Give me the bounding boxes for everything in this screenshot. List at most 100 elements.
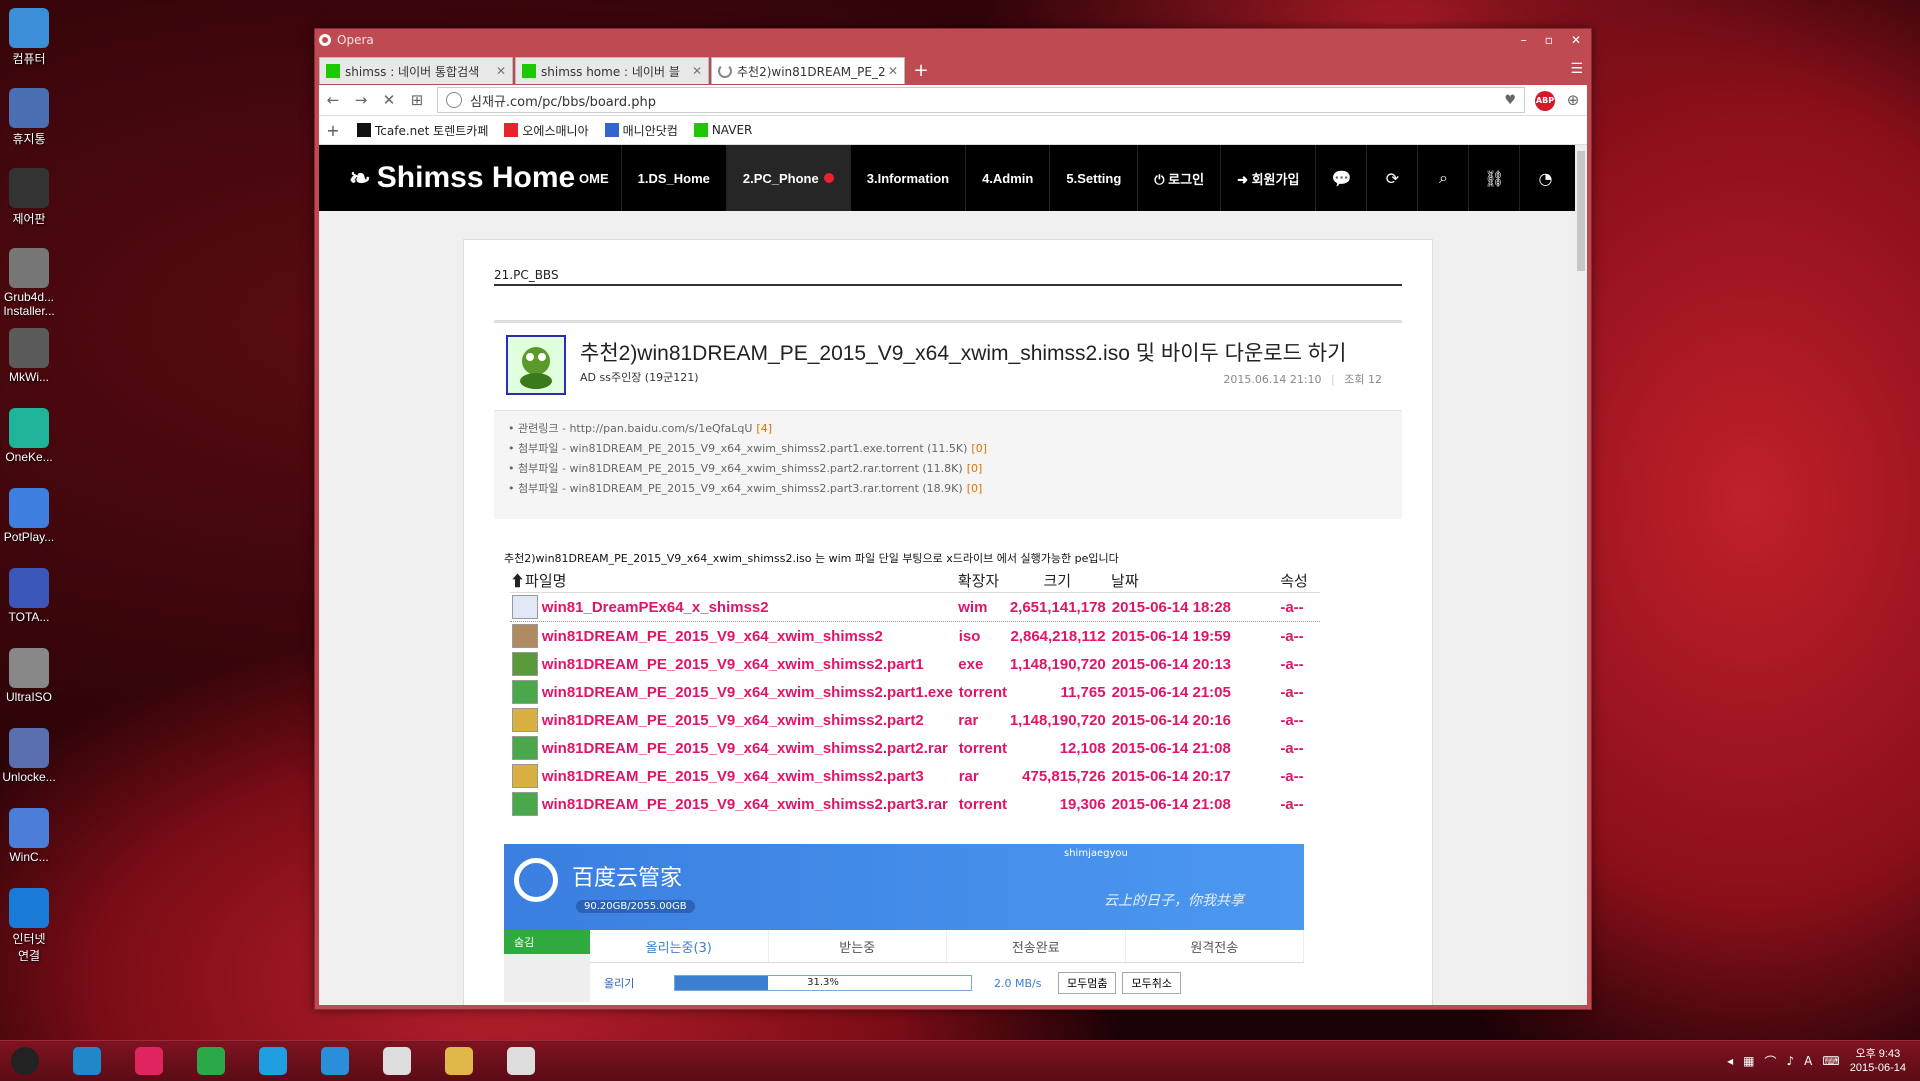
tab-close-icon[interactable]: ✕ [888,64,898,78]
desktop-icon[interactable]: Unlocke... [2,728,56,784]
cancel-all-button[interactable]: 모두취소 [1122,972,1181,994]
chat-icon[interactable]: 💬 [1316,145,1368,211]
baidu-tabs: 올리는중(3) 받는중 전송완료 원격전송 [590,930,1304,963]
bookmark-item[interactable]: Tcafe.net 토렌트카페 [357,122,488,139]
nav-item[interactable]: 2.PC_Phone [726,145,851,211]
close-icon[interactable]: ✕ [1571,33,1581,47]
tab-menu-icon[interactable]: ☰ [1570,61,1583,77]
bookmark-heart-icon[interactable]: ♥ [1504,93,1516,108]
desktop-icon[interactable]: Grub4d... Installer... [2,248,56,318]
file-attr: -a-- [1280,598,1304,616]
nav-item[interactable]: 4.Admin [966,145,1051,211]
nav-item-label: OME [579,170,609,186]
file-row: win81DREAM_PE_2015_V9_x64_xwim_shimss2.p… [510,734,1320,762]
desktop-icon[interactable]: 인터넷 연결 [2,888,56,964]
add-bookmark-icon[interactable]: + [319,121,347,140]
new-tab-button[interactable]: + [907,57,935,84]
attachment-link[interactable]: • 첨부파일 - win81DREAM_PE_2015_V9_x64_xwim_… [508,459,1402,479]
file-type-icon [512,652,538,676]
nav-item[interactable]: ➜ 회원가입 [1221,145,1317,211]
desktop-icon-label: 휴지통 [12,132,46,146]
volume-icon[interactable]: ♪ [1787,1054,1795,1068]
address-bar[interactable]: 심재규.com/pc/bbs/board.php ♥ [437,87,1525,113]
app-3-icon [197,1047,225,1075]
tab-current-post[interactable]: 추천2)win81DREAM_PE_2 ✕ [711,57,905,84]
taskbar-button[interactable] [312,1045,358,1077]
nav-item[interactable]: 5.Setting [1050,145,1139,211]
taskbar-button[interactable] [2,1045,48,1077]
tab-naver-blog[interactable]: shimss home : 네이버 블 ✕ [515,57,709,84]
taskbar-button[interactable] [188,1045,234,1077]
taskbar-button[interactable] [498,1045,544,1077]
taskbar-button[interactable] [64,1045,110,1077]
nav-item[interactable]: ⏻ 로그인 [1138,145,1222,211]
desktop-icon[interactable]: WinC... [2,808,56,864]
wifi-icon[interactable]: ⌒ [1764,1053,1776,1070]
nav-item-label: 4.Admin [982,170,1034,186]
bookmark-favicon-icon [604,123,619,137]
file-list-header: ⬆파일명 확장자 크기 날짜 속성 [510,568,1320,593]
desktop-icon[interactable]: MkWi... [2,328,56,384]
window-titlebar[interactable]: Opera – ▫ ✕ [315,29,1591,51]
site-info-icon[interactable] [446,92,462,108]
desktop-icon[interactable]: OneKe... [2,408,56,464]
refresh-icon[interactable]: ⟳ [1367,145,1419,211]
site-logo[interactable]: ❧ Shimss Home [349,161,579,195]
taskbar-button[interactable] [126,1045,172,1077]
nav-item[interactable]: OME [579,145,622,211]
keyboard-icon[interactable]: ⌨ [1822,1054,1839,1068]
minimize-icon[interactable]: – [1521,33,1527,47]
speed-dial-icon[interactable]: ⊞ [403,91,431,109]
post-author[interactable]: AD ss주인장 (19군121) [580,369,699,385]
taskbar-button[interactable] [250,1045,296,1077]
tab-naver-search[interactable]: shimss : 네이버 통합검색 ✕ [319,57,513,84]
nav-item[interactable]: 1.DS_Home [622,145,727,211]
clock[interactable]: 오후 9:43 2015-06-14 [1850,1047,1906,1075]
nav-item[interactable]: 3.Information [851,145,967,211]
desktop-icon[interactable]: UltraISO [2,648,56,704]
baidu-tab[interactable]: 받는중 [769,930,947,962]
tab-close-icon[interactable]: ✕ [496,64,506,78]
attachments: • 관련링크 - http://pan.baidu.com/s/1eQfaLqU… [494,410,1402,519]
tab-close-icon[interactable]: ✕ [692,64,702,78]
network-icon[interactable]: ▦ [1743,1054,1754,1068]
desktop-icon[interactable]: PotPlay... [2,488,56,544]
app-7-icon [445,1047,473,1075]
baidu-tab[interactable]: 전송완료 [947,930,1126,962]
bookmark-item[interactable]: NAVER [693,122,752,139]
baidu-cloud-screenshot: 百度云管家 90.20GB/2055.00GB shimjaegyou 云上的日… [504,844,1304,1004]
forward-icon[interactable]: → [347,91,375,109]
attachment-link[interactable]: • 관련링크 - http://pan.baidu.com/s/1eQfaLqU… [508,419,1402,439]
download-icon[interactable]: ⊕ [1559,91,1587,109]
bookmark-item[interactable]: 오에스매니아 [504,122,589,139]
attachment-count: [0] [971,442,988,455]
desktop-icon[interactable]: 휴지통 [2,88,56,147]
taskbar-button[interactable] [374,1045,420,1077]
stop-icon[interactable]: ✕ [375,91,403,109]
pause-all-button[interactable]: 모두멈춤 [1058,972,1117,994]
attachment-link[interactable]: • 첨부파일 - win81DREAM_PE_2015_V9_x64_xwim_… [508,439,1402,459]
post-description: 추천2)win81DREAM_PE_2015_V9_x64_xwim_shims… [504,552,1119,565]
ime-icon[interactable]: A [1804,1054,1812,1068]
desktop-icon[interactable]: 제어판 [2,168,56,227]
rss-icon[interactable]: ◔ [1520,145,1570,211]
bookmark-item[interactable]: 매니안닷컴 [604,122,678,139]
tray-arrow-icon[interactable]: ◂ [1727,1054,1733,1068]
baidu-side-tab[interactable]: 숨김 [504,930,590,1002]
link-icon[interactable]: ⛓ [1469,145,1521,211]
system-tray: ◂ ▦ ⌒ ♪ A ⌨ 오후 9:43 2015-06-14 [1727,1041,1920,1081]
baidu-tab[interactable]: 올리는중(3) [590,930,769,962]
desktop-app-icon [9,168,49,208]
desktop-icon[interactable]: 컴퓨터 [2,8,56,67]
maximize-icon[interactable]: ▫ [1545,33,1553,47]
page-scrollbar[interactable] [1575,145,1587,1005]
adblock-icon[interactable]: ABP [1531,89,1559,111]
upload-label: 올리기 [604,977,635,990]
taskbar-button[interactable] [436,1045,482,1077]
file-ext: rar [958,711,979,729]
back-icon[interactable]: ← [319,91,347,109]
attachment-link[interactable]: • 첨부파일 - win81DREAM_PE_2015_V9_x64_xwim_… [508,479,1402,499]
baidu-tab[interactable]: 원격전송 [1126,930,1304,962]
desktop-icon[interactable]: TOTA... [2,568,56,624]
search-icon[interactable]: ⌕ [1418,145,1470,211]
